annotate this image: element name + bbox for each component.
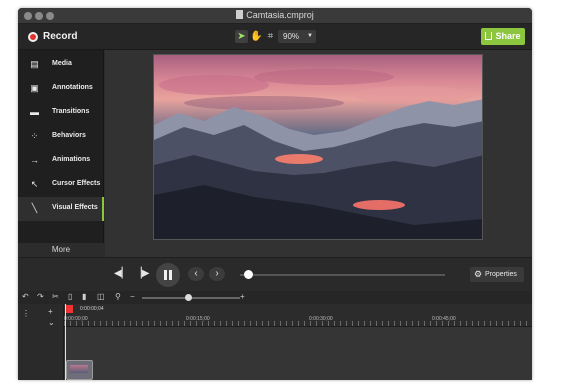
window-title: Camtasia.cmproj (18, 10, 532, 20)
redo-icon[interactable]: ↷ (37, 292, 44, 302)
ruler-ticks (64, 321, 532, 326)
chevron-down-icon: ▼ (307, 33, 313, 39)
sidebar-item-animations[interactable]: → Animations (18, 149, 104, 173)
arrow-icon: → (30, 155, 39, 165)
add-track-icon[interactable]: + (48, 307, 53, 317)
gear-icon: ⚙ (474, 269, 483, 279)
timeline: ⋮ + ⌄ 0:00:00;00 0:00:15;00 0:00:30;00 0… (18, 304, 532, 380)
window-title-text: Camtasia.cmproj (246, 10, 314, 20)
ruler-label: 0:00:30;00 (309, 316, 333, 322)
speech-bubble-icon: ▣ (30, 83, 39, 93)
sidebar-item-cursor-effects[interactable]: ↖ Cursor Effects (18, 173, 104, 197)
film-icon: ▤ (30, 59, 39, 69)
main-toolbar: Record ➤ ✋ ⌗ 90% ▼ Share (18, 24, 532, 50)
transition-icon: ▬ (30, 107, 39, 117)
mountain-landscape-image (154, 69, 482, 239)
sidebar-item-annotations[interactable]: ▣ Annotations (18, 77, 104, 101)
sidebar-item-label: Annotations (52, 84, 93, 91)
sidebar-item-label: Transitions (52, 108, 90, 115)
timeline-toolbar: ↶ ↷ ✂ ▯ ▮ ◫ ⚲ − + (18, 291, 532, 304)
clip-thumbnail (70, 365, 88, 373)
collapse-tracks-icon[interactable]: ⌄ (48, 318, 55, 328)
timeline-zoom-handle[interactable] (185, 294, 192, 301)
step-back-icon[interactable]: ◀▏ (114, 267, 129, 281)
title-bar: Camtasia.cmproj (18, 8, 532, 24)
zoom-dropdown[interactable]: 90% ▼ (278, 30, 316, 43)
document-icon (236, 10, 244, 19)
scrubber-track[interactable] (240, 274, 445, 276)
cut-icon[interactable]: ✂ (52, 292, 59, 302)
sidebar-item-behaviors[interactable]: ⁘ Behaviors (18, 125, 104, 149)
canvas-area (105, 50, 532, 257)
ruler-label: 0:00:00;00 (64, 316, 88, 322)
pause-bar-right (169, 270, 172, 280)
record-icon[interactable] (28, 32, 38, 42)
pause-button[interactable] (156, 263, 180, 287)
sidebar-item-media[interactable]: ▤ Media (18, 53, 104, 77)
undo-icon[interactable]: ↶ (22, 292, 29, 302)
track-lane[interactable] (64, 327, 532, 380)
copy-icon[interactable]: ▯ (68, 292, 72, 302)
sidebar-item-visual-effects[interactable]: ╲ Visual Effects (18, 197, 104, 221)
share-label: Share (495, 31, 521, 41)
sidebar-item-label: Media (52, 60, 72, 67)
behaviors-icon: ⁘ (30, 131, 39, 141)
share-button[interactable]: Share (481, 28, 525, 45)
paste-icon[interactable]: ▮ (82, 292, 86, 302)
playhead-handle[interactable] (66, 305, 73, 313)
sidebar-item-transitions[interactable]: ▬ Transitions (18, 101, 104, 125)
current-time: 0:00:00;04 (80, 306, 104, 312)
step-forward-icon[interactable]: ▕▶ (134, 267, 149, 281)
properties-label: Properties (485, 271, 517, 278)
zoom-value: 90% (283, 32, 300, 41)
cursor-icon: ↖ (30, 179, 39, 189)
sidebar-item-label: Animations (52, 156, 91, 163)
crop-tool-icon[interactable]: ⌗ (264, 30, 277, 43)
next-frame-icon[interactable]: › (209, 267, 225, 281)
sidebar-item-label: Visual Effects (52, 204, 98, 211)
zoom-out-icon[interactable]: − (130, 292, 135, 302)
select-tool-icon[interactable]: ➤ (235, 30, 248, 43)
time-ruler[interactable]: 0:00:00;00 0:00:15;00 0:00:30;00 0:00:45… (64, 304, 532, 327)
pause-bar-left (164, 270, 167, 280)
scrubber-handle[interactable] (244, 270, 253, 279)
zoom-search-icon[interactable]: ⚲ (115, 292, 121, 302)
track-options-icon[interactable]: ⋮ (22, 309, 30, 319)
zoom-in-icon[interactable]: + (240, 292, 245, 302)
track-header: ⋮ + ⌄ (18, 304, 64, 380)
pan-tool-icon[interactable]: ✋ (250, 30, 263, 43)
previous-frame-icon[interactable]: ‹ (188, 267, 204, 281)
sidebar-item-label: Cursor Effects (52, 180, 101, 187)
wand-icon: ╲ (31, 203, 38, 213)
playback-controls: ◀▏ ▕▶ ‹ › ⚙ Properties (18, 257, 532, 291)
media-clip[interactable] (66, 360, 93, 380)
tools-sidebar: ▤ Media ▣ Annotations ▬ Transitions ⁘ Be… (18, 50, 104, 257)
camtasia-window: Camtasia.cmproj Record ➤ ✋ ⌗ 90% ▼ Share… (18, 8, 532, 380)
ruler-label: 0:00:45;00 (432, 316, 456, 322)
properties-button[interactable]: ⚙ Properties (470, 267, 524, 282)
video-preview[interactable] (153, 54, 483, 240)
ruler-label: 0:00:15;00 (186, 316, 210, 322)
share-icon (485, 32, 493, 40)
split-icon[interactable]: ◫ (97, 292, 105, 302)
more-button[interactable]: More (18, 243, 104, 257)
sidebar-item-label: Behaviors (52, 132, 86, 139)
record-button[interactable]: Record (43, 31, 77, 42)
